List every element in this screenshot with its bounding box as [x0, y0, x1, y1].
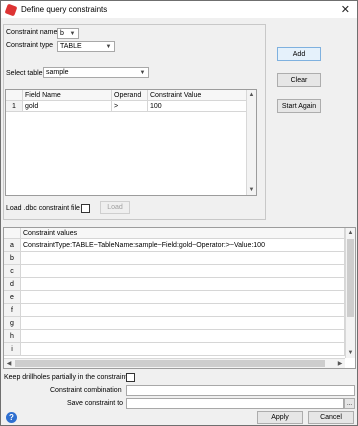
row-key: a [4, 239, 21, 252]
table-row[interactable]: b [4, 252, 345, 265]
constraint-value-text[interactable] [21, 304, 345, 317]
row-key: i [4, 343, 21, 356]
select-table-select[interactable]: sample ▼ [43, 67, 149, 78]
field-grid-header: Field Name Operand Constraint Value [6, 90, 247, 101]
constraint-combination-label: Constraint combination [50, 387, 122, 394]
table-row[interactable]: 1 gold > 100 [6, 101, 247, 112]
table-row[interactable]: g [4, 317, 345, 330]
header-operand: Operand [112, 90, 148, 101]
browse-button[interactable]: ... [344, 398, 355, 409]
header-constraint-value: Constraint Value [148, 90, 247, 101]
table-row[interactable]: i [4, 343, 345, 356]
header-field-name: Field Name [23, 90, 112, 101]
scroll-down-icon[interactable]: ▼ [346, 348, 355, 358]
row-key: e [4, 291, 21, 304]
constraint-name-select[interactable]: b ▼ [57, 28, 79, 39]
scroll-thumb[interactable] [15, 360, 325, 367]
constraint-values-grid[interactable]: Constraint values a ConstraintType:TABLE… [3, 227, 356, 369]
select-table-label: Select table [6, 70, 43, 77]
row-key: d [4, 278, 21, 291]
constraint-type-select[interactable]: TABLE ▼ [57, 41, 115, 52]
clear-button[interactable]: Clear [277, 73, 321, 87]
row-key-header [4, 228, 21, 239]
constraint-value-text[interactable] [21, 252, 345, 265]
constraint-name-label: Constraint name [6, 29, 58, 36]
constraint-value-text[interactable] [21, 265, 345, 278]
dbc-load-checkbox[interactable] [81, 204, 90, 213]
table-row[interactable]: h [4, 330, 345, 343]
row-key: g [4, 317, 21, 330]
select-table-value: sample [46, 69, 69, 76]
keep-drillholes-checkbox[interactable] [126, 373, 135, 382]
scroll-right-icon[interactable]: ▶ [335, 359, 345, 368]
chevron-down-icon: ▼ [139, 70, 146, 76]
window-title: Define query constraints [21, 5, 108, 14]
constraint-value-text[interactable] [21, 291, 345, 304]
table-row[interactable]: d [4, 278, 345, 291]
row-key: b [4, 252, 21, 265]
table-row[interactable]: e [4, 291, 345, 304]
scroll-thumb[interactable] [347, 239, 354, 317]
row-number-header [6, 90, 23, 101]
app-icon [4, 3, 18, 16]
field-name-cell[interactable]: gold [23, 101, 112, 112]
constraint-value-text[interactable] [21, 330, 345, 343]
row-key: f [4, 304, 21, 317]
row-key: c [4, 265, 21, 278]
table-row[interactable]: a ConstraintType:TABLE~TableName:sample~… [4, 239, 345, 252]
constraint-value-text[interactable]: ConstraintType:TABLE~TableName:sample~Fi… [21, 239, 345, 252]
title-bar: Define query constraints ✕ [1, 1, 357, 18]
table-row[interactable]: c [4, 265, 345, 278]
operand-cell[interactable]: > [112, 101, 148, 112]
chevron-down-icon: ▼ [105, 44, 112, 50]
values-grid-hscrollbar[interactable]: ◀ ▶ [4, 358, 345, 368]
dbc-load-label: Load .dbc constraint file [6, 205, 80, 212]
close-icon[interactable]: ✕ [341, 3, 350, 16]
constraint-name-value: b [60, 30, 64, 37]
constraint-value-text[interactable] [21, 278, 345, 291]
constraint-combination-field[interactable] [126, 385, 355, 396]
help-icon[interactable]: ? [6, 412, 17, 423]
row-number: 1 [6, 101, 23, 112]
table-row[interactable]: f [4, 304, 345, 317]
scroll-up-icon[interactable]: ▲ [346, 228, 355, 238]
constraint-value-text[interactable] [21, 343, 345, 356]
save-constraint-path-field[interactable] [126, 398, 344, 409]
row-key: h [4, 330, 21, 343]
header-constraint-values: Constraint values [21, 228, 345, 239]
field-constraint-grid[interactable]: Field Name Operand Constraint Value 1 go… [5, 89, 257, 196]
field-grid-vscrollbar[interactable]: ▲ ▼ [246, 90, 256, 195]
scroll-up-icon[interactable]: ▲ [247, 90, 256, 100]
scroll-left-icon[interactable]: ◀ [4, 359, 14, 368]
dialog-window: Define query constraints ✕ Constraint na… [0, 0, 358, 426]
cancel-button[interactable]: Cancel [308, 411, 354, 424]
constraint-type-label: Constraint type [6, 42, 54, 49]
constraint-type-value: TABLE [60, 43, 82, 50]
load-button[interactable]: Load [100, 201, 130, 214]
apply-button[interactable]: Apply [257, 411, 303, 424]
constraint-value-cell[interactable]: 100 [148, 101, 247, 112]
scroll-down-icon[interactable]: ▼ [247, 185, 256, 195]
start-again-button[interactable]: Start Again [277, 99, 321, 113]
save-constraint-label: Save constraint to [67, 400, 124, 407]
add-button[interactable]: Add [277, 47, 321, 61]
values-grid-vscrollbar[interactable]: ▲ ▼ [345, 228, 355, 358]
constraint-value-text[interactable] [21, 317, 345, 330]
values-grid-header: Constraint values [4, 228, 345, 239]
keep-drillholes-label: Keep drillholes partially in the constra… [4, 374, 128, 381]
chevron-down-icon: ▼ [69, 31, 76, 37]
